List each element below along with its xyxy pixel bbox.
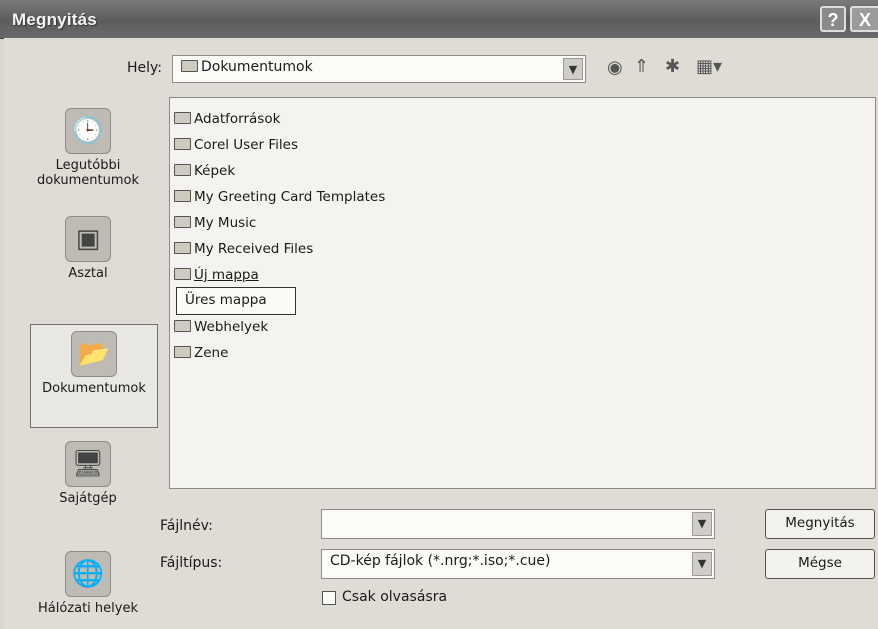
filename-input[interactable]: ▼ bbox=[321, 509, 715, 539]
network-places-icon: 🌐 bbox=[65, 551, 111, 597]
documents-icon: 📂 bbox=[71, 331, 117, 377]
new-folder-icon[interactable]: ✱ bbox=[665, 56, 680, 77]
filetype-label: Fájltípus: bbox=[160, 555, 223, 571]
music-folder-icon bbox=[174, 346, 191, 358]
tooltip: Üres mappa bbox=[176, 287, 296, 315]
place-desktop[interactable]: ▣ Asztal bbox=[14, 216, 162, 281]
desktop-icon: ▣ bbox=[65, 216, 111, 262]
place-my-computer[interactable]: 🖥 Sajátgép bbox=[14, 441, 162, 506]
chevron-down-icon[interactable]: ▼ bbox=[692, 512, 712, 536]
folder-icon bbox=[174, 216, 191, 228]
folder-icon bbox=[174, 190, 191, 202]
location-combo[interactable]: Dokumentumok ▼ bbox=[172, 55, 586, 83]
place-documents[interactable]: 📂 Dokumentumok bbox=[30, 324, 158, 428]
place-label: Legutóbbi dokumentumok bbox=[37, 158, 139, 188]
place-network[interactable]: 🌐 Hálózati helyek bbox=[14, 551, 162, 616]
location-label: Hely: bbox=[127, 60, 163, 76]
folder-icon bbox=[181, 60, 198, 72]
places-bar: 🕒 Legutóbbi dokumentumok ▣ Asztal 📂 Doku… bbox=[14, 96, 164, 627]
folder-icon bbox=[174, 242, 191, 254]
open-button[interactable]: Megnyitás bbox=[765, 509, 875, 539]
list-item[interactable]: Zene bbox=[174, 345, 228, 361]
list-item[interactable]: Adatforrások bbox=[174, 111, 280, 127]
file-list[interactable]: Adatforrások Corel User Files Képek My G… bbox=[169, 97, 876, 489]
title-bar: Megnyitás ? X bbox=[0, 0, 878, 39]
filename-label: Fájlnév: bbox=[160, 518, 213, 534]
folder-icon bbox=[174, 268, 191, 280]
list-item[interactable]: Képek bbox=[174, 163, 235, 179]
readonly-checkbox[interactable] bbox=[322, 591, 336, 605]
pictures-folder-icon bbox=[174, 164, 191, 176]
place-label: Asztal bbox=[68, 266, 108, 281]
open-dialog: Hely: Dokumentumok ▼ ◉ ⇑ ✱ ▦▾ 🕒 Legutóbb… bbox=[4, 38, 878, 629]
place-label: Dokumentumok bbox=[42, 381, 146, 396]
place-label: Hálózati helyek bbox=[37, 601, 138, 616]
filetype-select[interactable]: CD-kép fájlok (*.nrg;*.iso;*.cue) ▼ bbox=[321, 549, 715, 579]
list-item[interactable]: Corel User Files bbox=[174, 137, 298, 153]
location-value: Dokumentumok bbox=[181, 59, 313, 75]
help-button[interactable]: ? bbox=[820, 6, 846, 32]
my-computer-icon: 🖥 bbox=[65, 441, 111, 487]
chevron-down-icon[interactable]: ▼ bbox=[692, 552, 712, 576]
back-icon[interactable]: ◉ bbox=[607, 57, 623, 78]
readonly-label: Csak olvasásra bbox=[342, 589, 448, 605]
place-recent-documents[interactable]: 🕒 Legutóbbi dokumentumok bbox=[14, 108, 162, 188]
list-item[interactable]: My Greeting Card Templates bbox=[174, 189, 385, 205]
cancel-button[interactable]: Mégse bbox=[765, 549, 875, 579]
close-button[interactable]: X bbox=[850, 6, 878, 32]
up-folder-icon[interactable]: ⇑ bbox=[634, 56, 649, 77]
data-sources-folder-icon bbox=[174, 112, 191, 124]
folder-icon bbox=[174, 138, 191, 150]
list-item[interactable]: My Music bbox=[174, 215, 256, 231]
place-label: Sajátgép bbox=[59, 491, 117, 506]
list-item[interactable]: Új mappa bbox=[174, 267, 259, 283]
window-title: Megnyitás bbox=[12, 10, 97, 29]
recent-documents-icon: 🕒 bbox=[65, 108, 111, 154]
views-menu-icon[interactable]: ▦▾ bbox=[696, 56, 722, 77]
chevron-down-icon[interactable]: ▼ bbox=[563, 58, 583, 80]
web-folders-icon bbox=[174, 320, 191, 332]
list-item[interactable]: Webhelyek bbox=[174, 319, 268, 335]
list-item[interactable]: My Received Files bbox=[174, 241, 313, 257]
